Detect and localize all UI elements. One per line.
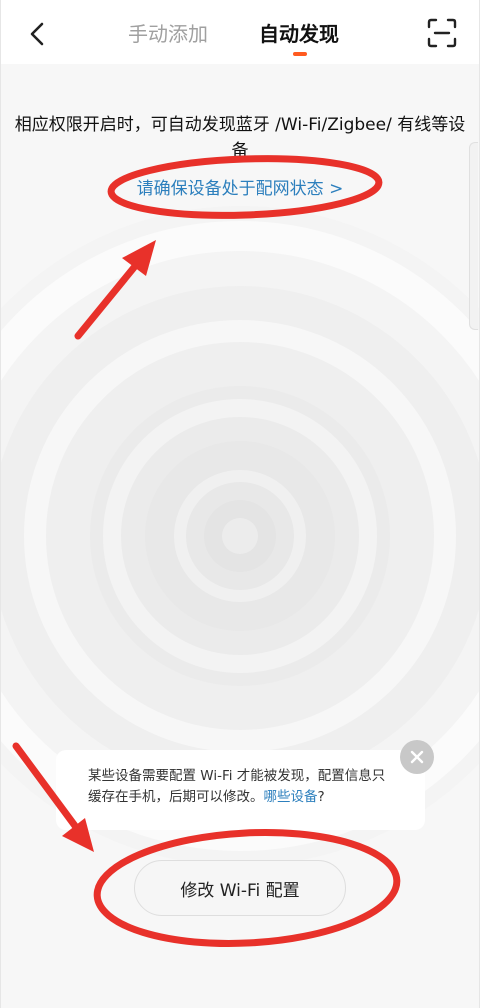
- tab-manual-add[interactable]: 手动添加: [128, 20, 208, 48]
- tip-message: 某些设备需要配置 Wi-Fi 才能被发现，配置信息只缓存在手机，后期可以修改。哪…: [88, 768, 386, 805]
- modify-wifi-button[interactable]: 修改 Wi-Fi 配置: [134, 860, 346, 916]
- active-tab-indicator: [293, 52, 307, 56]
- app-screen: 手动添加 自动发现 相应权限开启时，可自动发现蓝牙 /Wi-Fi/Zigbee/…: [0, 0, 480, 1008]
- wifi-tip-card: 某些设备需要配置 Wi-Fi 才能被发现，配置信息只缓存在手机，后期可以修改。哪…: [56, 750, 425, 830]
- close-tip-button[interactable]: [400, 740, 434, 774]
- scan-button[interactable]: [426, 17, 458, 49]
- back-button[interactable]: [18, 14, 58, 54]
- scan-icon: [427, 18, 457, 48]
- top-bar: 手动添加 自动发现: [0, 0, 480, 64]
- which-devices-link[interactable]: 哪些设备: [264, 789, 318, 805]
- tab-auto-discover[interactable]: 自动发现: [259, 20, 339, 48]
- discovery-description: 相应权限开启时，可自动发现蓝牙 /Wi-Fi/Zigbee/ 有线等设备: [14, 115, 466, 161]
- chevron-left-icon: [30, 22, 44, 46]
- close-icon: [410, 750, 424, 764]
- side-scroll-handle[interactable]: [469, 142, 478, 330]
- pairing-mode-link[interactable]: 请确保设备处于配网状态 >: [0, 176, 480, 202]
- discovery-area: 相应权限开启时，可自动发现蓝牙 /Wi-Fi/Zigbee/ 有线等设备 请确保…: [0, 64, 480, 1008]
